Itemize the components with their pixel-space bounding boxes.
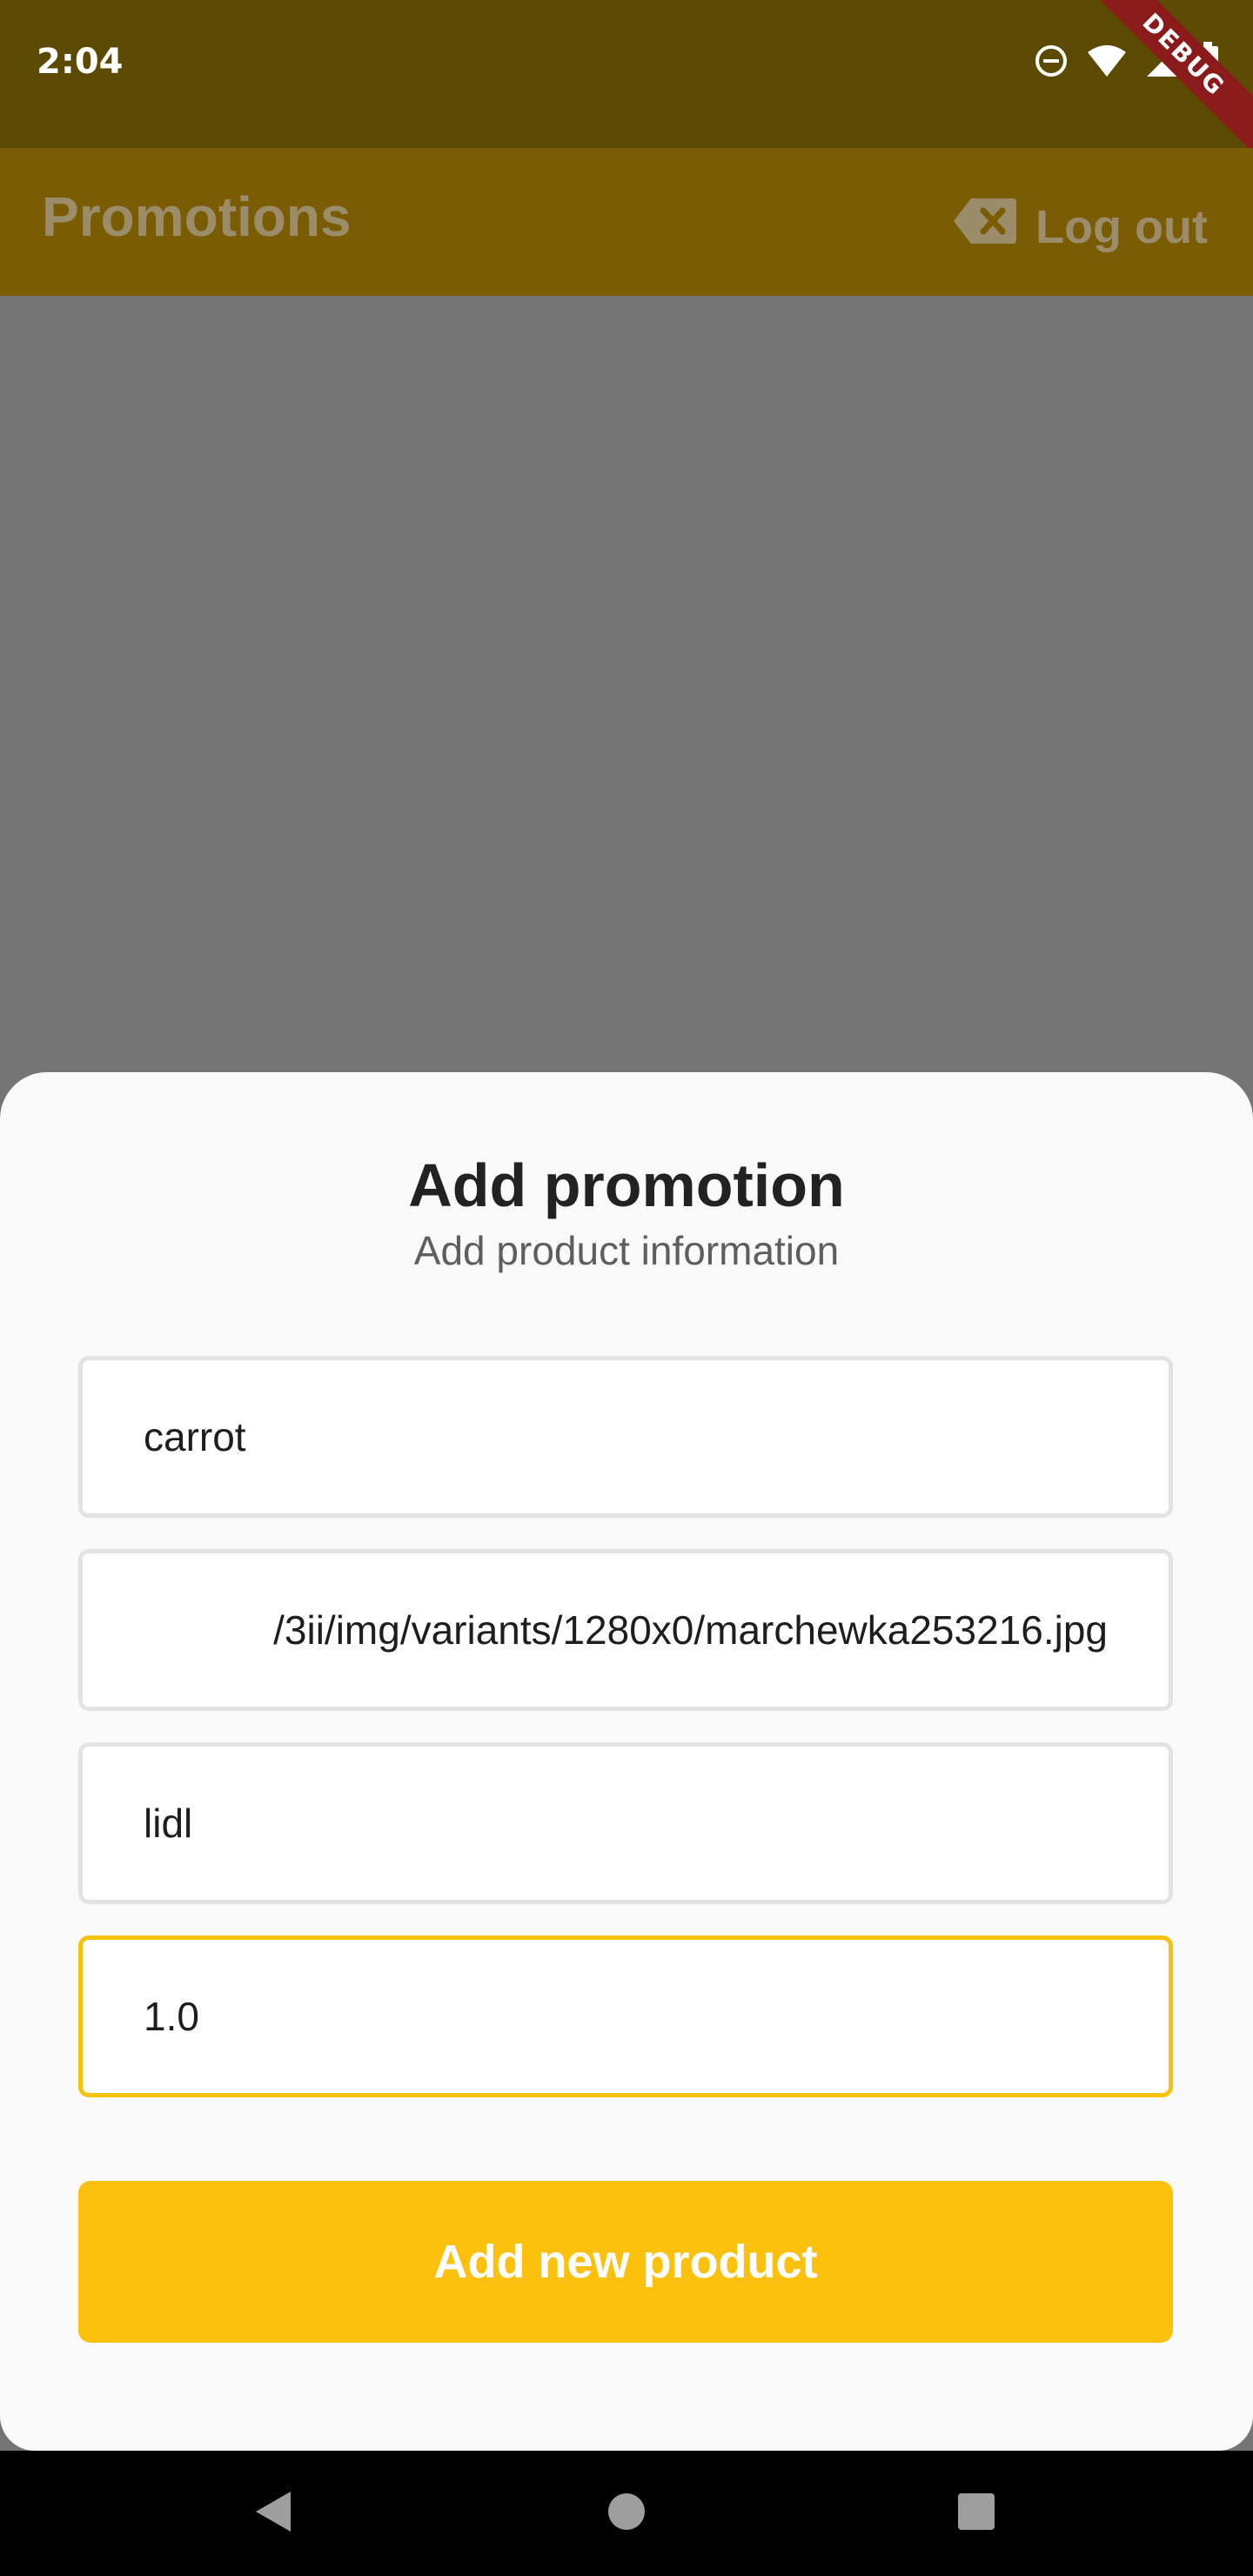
do-not-disturb-icon (1034, 44, 1069, 82)
price-input[interactable] (83, 1940, 1169, 2093)
backspace-icon (952, 197, 1018, 257)
status-bar: 2:04 DEBUG (0, 0, 1253, 162)
image-url-field[interactable] (78, 1549, 1173, 1711)
home-icon (606, 2491, 647, 2536)
logout-label: Log out (1035, 200, 1208, 253)
back-icon (252, 2490, 294, 2537)
wifi-icon (1086, 44, 1128, 82)
navigation-bar (0, 2451, 1253, 2576)
image-url-input[interactable] (83, 1553, 1169, 1707)
price-field[interactable] (78, 1935, 1173, 2097)
sheet-subtitle: Add product information (413, 1228, 840, 1273)
recents-button[interactable] (940, 2477, 1013, 2550)
logout-button[interactable]: Log out (952, 197, 1208, 257)
store-field[interactable] (78, 1742, 1173, 1904)
sheet-title: Add promotion (408, 1151, 845, 1219)
product-name-input[interactable] (83, 1360, 1169, 1513)
add-new-product-button[interactable]: Add new product (78, 2181, 1173, 2343)
back-button[interactable] (237, 2477, 310, 2550)
store-input[interactable] (83, 1747, 1169, 1900)
status-time: 2:04 (37, 42, 124, 82)
product-name-field[interactable] (78, 1356, 1173, 1518)
recents-icon (956, 2492, 996, 2535)
home-button[interactable] (590, 2477, 663, 2550)
page-title: Promotions (42, 185, 352, 248)
